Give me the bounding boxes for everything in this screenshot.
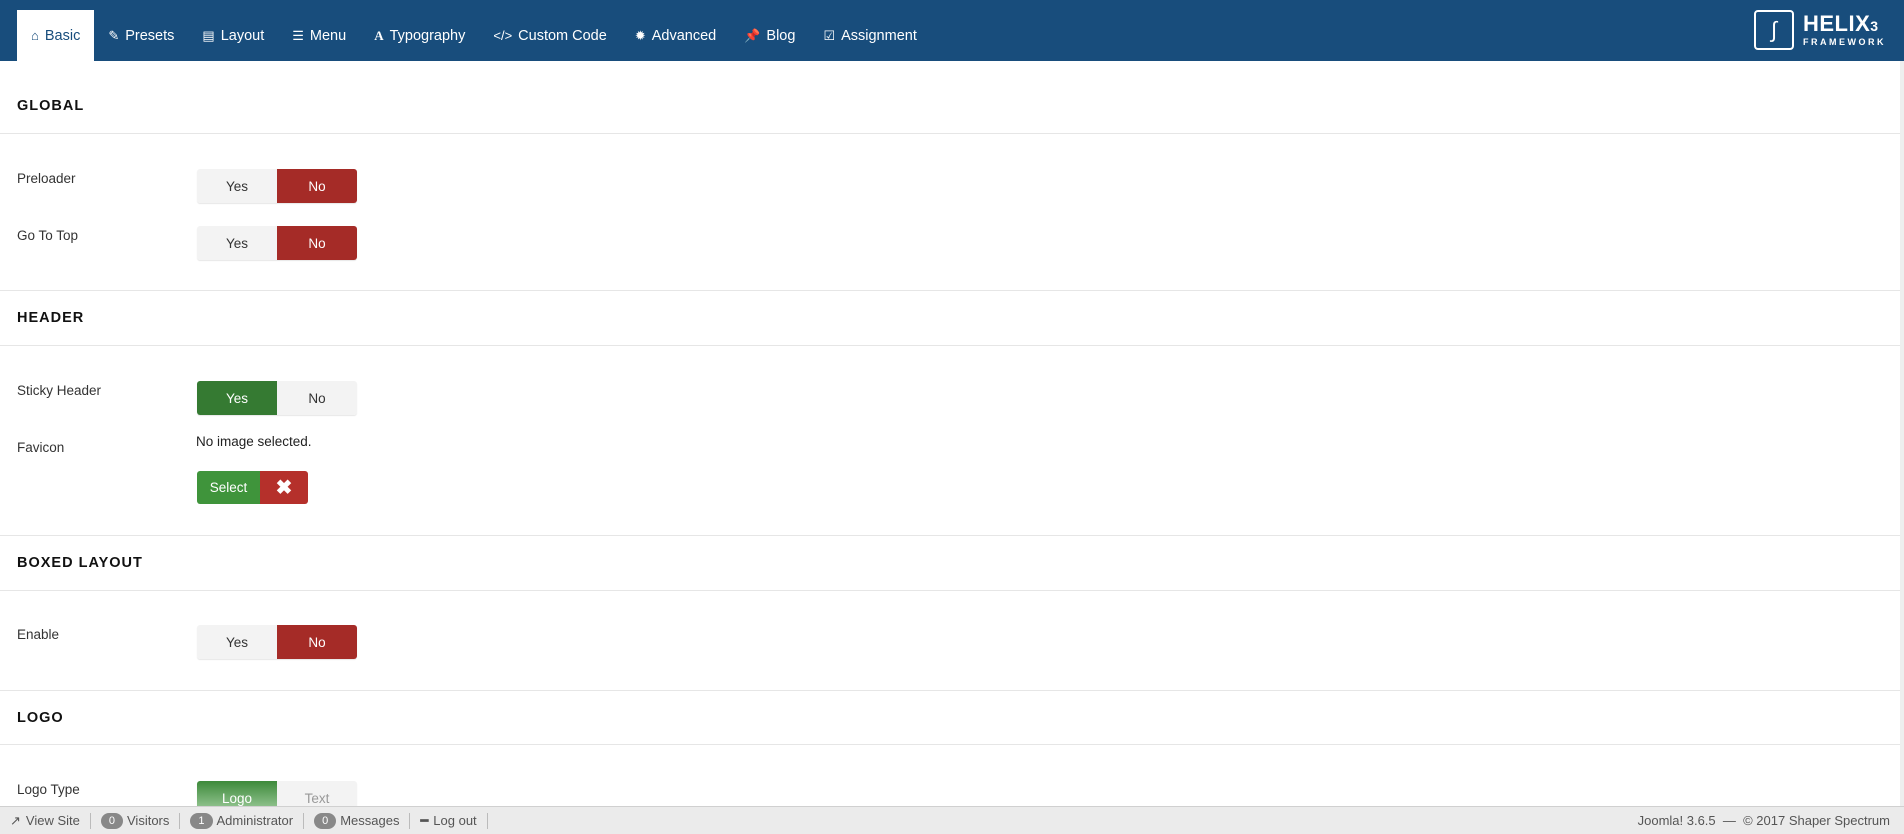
gototop-label: Go To Top xyxy=(17,228,79,243)
boxed-enable-toggle[interactable]: Yes No xyxy=(197,625,357,659)
tab-advanced[interactable]: ✹ Advanced xyxy=(621,10,730,61)
helix-logo: ∫ HELIX3 FRAMEWORK xyxy=(1754,10,1886,50)
section-header-heading: HEADER xyxy=(17,310,85,326)
divider xyxy=(0,345,1900,346)
divider xyxy=(0,290,1900,291)
tab-label: Advanced xyxy=(651,27,717,44)
favicon-clear-button[interactable]: ✖ xyxy=(260,471,308,504)
tab-blog[interactable]: 📌 Blog xyxy=(730,10,809,61)
boxed-enable-label: Enable xyxy=(17,627,60,642)
check-square-icon: ☑ xyxy=(823,27,836,43)
brush-icon: ✎ xyxy=(108,27,120,43)
gototop-yes[interactable]: Yes xyxy=(197,226,277,260)
font-icon: A xyxy=(374,27,384,43)
list-icon: ☰ xyxy=(292,27,304,43)
logo-type-label: Logo Type xyxy=(17,782,80,797)
divider xyxy=(0,744,1900,745)
layout-icon: ▤ xyxy=(202,27,215,43)
preloader-label: Preloader xyxy=(17,171,76,186)
logo-subtitle: FRAMEWORK xyxy=(1803,37,1886,47)
messages-label: Messages xyxy=(340,813,400,828)
admin-badge: 1 xyxy=(190,812,213,829)
messages-badge: 0 xyxy=(314,812,337,829)
sticky-yes[interactable]: Yes xyxy=(197,381,277,415)
tab-label: Blog xyxy=(766,27,796,44)
tab-label: Layout xyxy=(220,27,265,44)
sticky-no[interactable]: No xyxy=(277,381,357,415)
preloader-yes[interactable]: Yes xyxy=(197,169,277,203)
visitors-label: Visitors xyxy=(127,813,170,828)
gear-icon: ✹ xyxy=(634,27,646,43)
tab-menu[interactable]: ☰ Menu xyxy=(278,10,360,61)
tab-typography[interactable]: A Typography xyxy=(360,10,479,61)
admin-label: Administrator xyxy=(216,813,294,828)
tab-label: Custom Code xyxy=(518,27,607,44)
code-icon: </> xyxy=(493,28,513,43)
settings-content: GLOBAL Preloader Yes No Go To Top Yes No H… xyxy=(0,61,1900,806)
view-site-label: View Site xyxy=(25,813,80,828)
home-icon: ⌂ xyxy=(31,28,39,43)
tab-label: Presets xyxy=(125,27,175,44)
section-boxed-heading: BOXED LAYOUT xyxy=(17,555,143,571)
tab-custom-code[interactable]: </> Custom Code xyxy=(479,10,620,61)
logout-label: Log out xyxy=(433,813,477,828)
tab-label: Typography xyxy=(389,27,466,44)
footer-copyright: Joomla! 3.6.5 — © 2017 Shaper Spectrum xyxy=(1637,813,1890,828)
boxed-yes[interactable]: Yes xyxy=(197,625,277,659)
tab-label: Assignment xyxy=(841,27,917,44)
tab-layout[interactable]: ▤ Layout xyxy=(188,10,278,61)
sticky-header-toggle[interactable]: Yes No xyxy=(197,381,357,415)
tab-label: Menu xyxy=(309,27,347,44)
logout-link[interactable]: ━ Log out xyxy=(410,812,488,829)
gototop-toggle[interactable]: Yes No xyxy=(197,226,357,260)
sticky-header-label: Sticky Header xyxy=(17,383,102,398)
status-bar: ↗ View Site 0 Visitors 1 Administrator 0 Mes… xyxy=(0,806,1904,834)
scrollbar[interactable] xyxy=(1900,61,1904,806)
tab-assignment[interactable]: ☑ Assignment xyxy=(809,10,930,61)
logo-type-logo[interactable]: Logo xyxy=(197,781,277,806)
tab-basic[interactable]: ⌂ Basic xyxy=(17,10,95,61)
logo-version: 3 xyxy=(1870,18,1879,34)
preloader-no[interactable]: No xyxy=(277,169,357,203)
preloader-toggle[interactable]: Yes No xyxy=(197,169,357,203)
external-link-icon: ↗ xyxy=(10,812,21,828)
logo-title: HELIX xyxy=(1803,11,1871,36)
minus-icon: ━ xyxy=(420,812,429,828)
divider xyxy=(0,535,1900,536)
favicon-status: No image selected. xyxy=(196,434,312,449)
helix-logo-icon: ∫ xyxy=(1754,10,1794,50)
gototop-no[interactable]: No xyxy=(277,226,357,260)
view-site-link[interactable]: ↗ View Site xyxy=(0,812,91,829)
boxed-no[interactable]: No xyxy=(277,625,357,659)
divider xyxy=(0,590,1900,591)
logo-type-text[interactable]: Text xyxy=(277,781,357,806)
section-global-heading: GLOBAL xyxy=(17,98,85,114)
messages-link[interactable]: 0 Messages xyxy=(304,812,411,829)
tab-bar: ⌂ Basic ✎ Presets ▤ Layout ☰ Menu A Typography </>… xyxy=(17,10,931,61)
logo-type-toggle[interactable]: Logo Text xyxy=(197,781,357,806)
tab-presets[interactable]: ✎ Presets xyxy=(94,10,188,61)
visitors-badge: 0 xyxy=(100,812,123,829)
favicon-label: Favicon xyxy=(17,440,65,455)
administrator-link[interactable]: 1 Administrator xyxy=(180,812,305,829)
favicon-select-button[interactable]: Select xyxy=(197,471,260,504)
divider xyxy=(0,133,1900,134)
visitors-link[interactable]: 0 Visitors xyxy=(91,812,181,829)
divider xyxy=(0,690,1900,691)
tab-label: Basic xyxy=(44,27,81,44)
top-nav: ⌂ Basic ✎ Presets ▤ Layout ☰ Menu A Typography </>… xyxy=(0,0,1904,61)
pin-icon: 📌 xyxy=(744,27,761,43)
favicon-media-buttons: Select ✖ xyxy=(197,471,308,504)
section-logo-heading: LOGO xyxy=(17,710,64,726)
